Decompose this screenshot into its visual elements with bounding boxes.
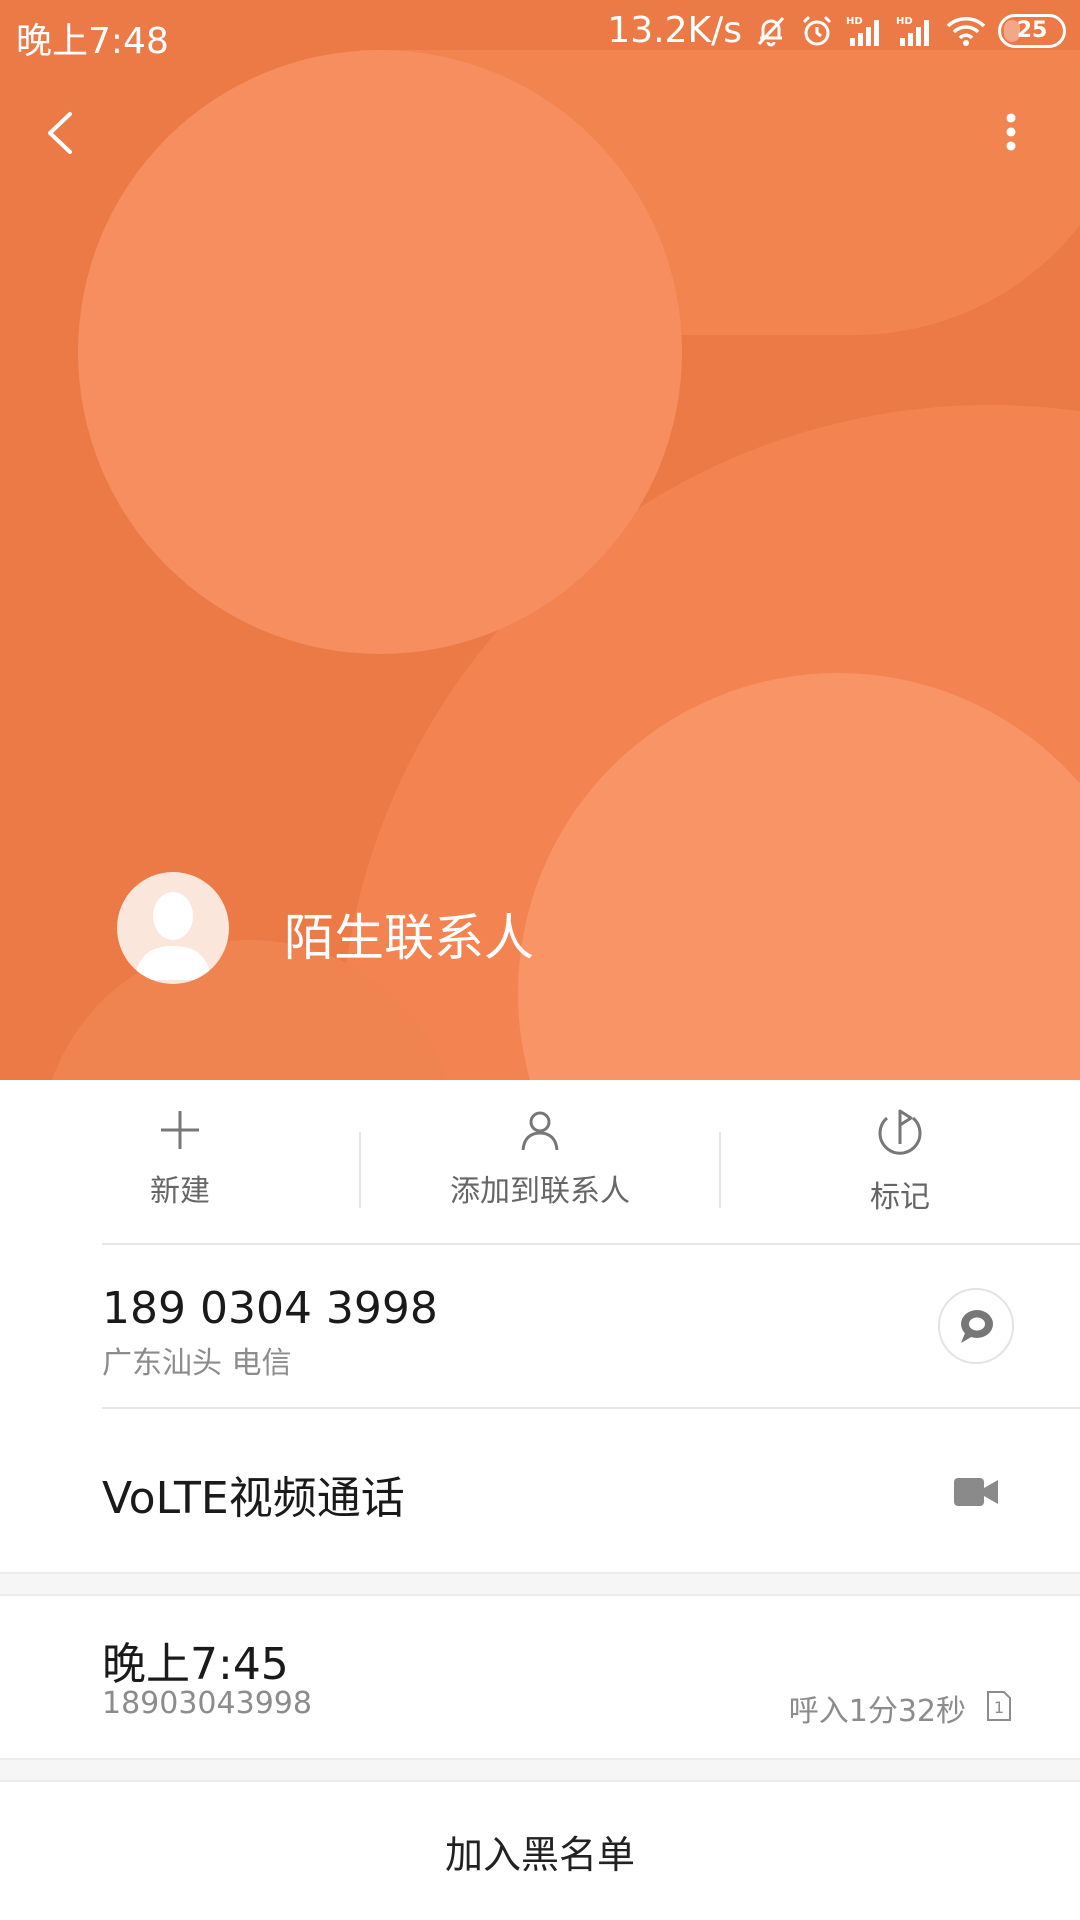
video-camera-icon[interactable] [954, 1476, 998, 1508]
contact-header: 晚上7:48 13.2K/s HD HD 25 陌生联系人 [0, 0, 1080, 1080]
hd-signal-icon: HD [846, 16, 879, 46]
phone-location: 广东汕头 电信 [102, 1346, 292, 1381]
call-number: 18903043998 [102, 1686, 312, 1721]
section-gap [0, 1572, 1080, 1596]
mute-icon [757, 16, 785, 46]
battery-level: 25 [1016, 18, 1048, 43]
new-contact-button[interactable]: 新建 [0, 1080, 360, 1243]
more-vertical-icon[interactable] [996, 110, 1026, 160]
section-gap [0, 1758, 1080, 1782]
alarm-icon [802, 15, 832, 45]
sim-label: 1 [994, 1698, 1004, 1717]
phone-number[interactable]: 189 0304 3998 [102, 1283, 438, 1334]
contact-name: 陌生联系人 [284, 909, 534, 967]
divider [102, 1407, 1080, 1409]
action-label: 标记 [870, 1180, 930, 1215]
blacklist-label: 加入黑名单 [444, 1832, 635, 1877]
status-icons: 13.2K/s HD HD 25 [607, 10, 1066, 51]
action-label: 新建 [150, 1174, 210, 1209]
svg-text:HD: HD [846, 16, 863, 27]
network-speed: 13.2K/s [607, 10, 742, 51]
add-to-contacts-button[interactable]: 添加到联系人 [360, 1080, 720, 1243]
sim-card-icon: 1 [987, 1691, 1011, 1721]
avatar[interactable] [117, 872, 229, 984]
wifi-icon [946, 16, 986, 46]
hd-signal-icon: HD [896, 16, 929, 46]
status-bar: 晚上7:48 13.2K/s HD HD 25 [0, 0, 1080, 68]
person-silhouette-icon [135, 892, 211, 980]
battery-icon: 25 [998, 13, 1066, 48]
action-label: 添加到联系人 [450, 1174, 630, 1209]
plus-icon [161, 1111, 199, 1149]
add-to-blacklist-button[interactable]: 加入黑名单 [0, 1782, 1080, 1920]
action-bar: 新建 添加到联系人 标记 [0, 1080, 1080, 1243]
svg-text:HD: HD [896, 16, 913, 27]
chevron-left-icon[interactable] [40, 108, 80, 158]
status-time: 晚上7:48 [16, 21, 169, 62]
call-time: 晚上7:45 [102, 1639, 289, 1690]
divider [102, 1243, 1080, 1245]
send-message-button[interactable] [938, 1288, 1014, 1364]
decor-shape [78, 50, 682, 654]
volte-label: VoLTE视频通话 [102, 1473, 405, 1524]
message-bubble-icon [961, 1310, 993, 1343]
call-detail: 呼入1分32秒 [788, 1694, 966, 1729]
flag-icon [878, 1109, 922, 1155]
mark-button[interactable]: 标记 [720, 1080, 1080, 1243]
person-icon [521, 1111, 559, 1151]
